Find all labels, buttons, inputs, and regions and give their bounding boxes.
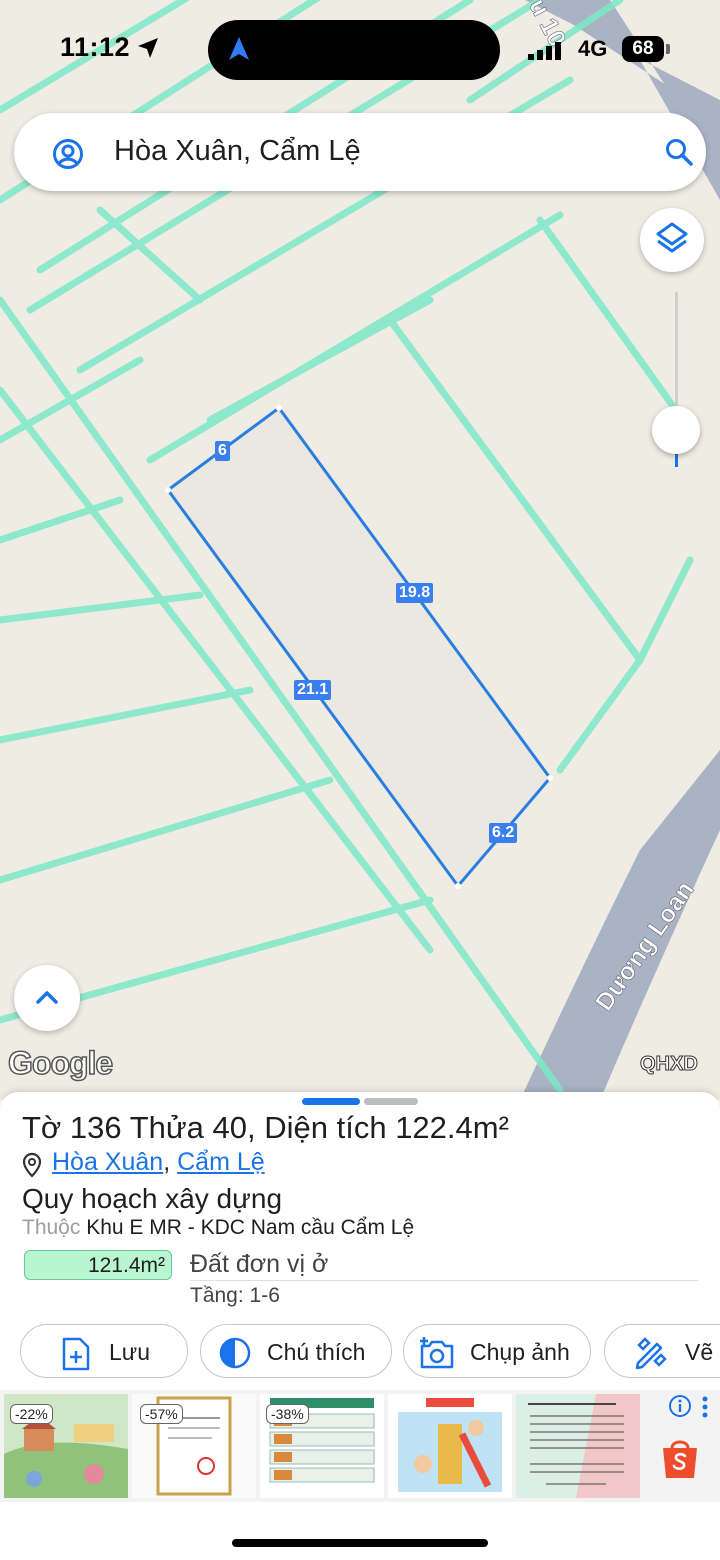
place-line: Hòa Xuân, Cẩm Lệ: [52, 1148, 265, 1177]
status-time: 11:12: [60, 32, 131, 62]
account-icon[interactable]: [52, 138, 84, 170]
place-comma: ,: [163, 1148, 171, 1176]
sheet-handle-inactive[interactable]: [364, 1098, 418, 1105]
road-bottom: [520, 750, 720, 1100]
battery-level: 68: [622, 36, 664, 62]
sheet-number: 136: [69, 1110, 122, 1145]
add-camera-icon: [420, 1337, 454, 1369]
land-type: Đất đơn vị ở: [190, 1250, 329, 1278]
discount-badge: -22%: [10, 1404, 53, 1424]
location-pin-icon: [22, 1152, 42, 1178]
battery-tip: [666, 44, 670, 54]
photo-button[interactable]: Chụp ảnh: [403, 1324, 591, 1378]
network-type: 4G: [578, 36, 608, 61]
layers-icon: [656, 222, 688, 253]
ad-image-4: [388, 1394, 512, 1498]
chevron-up-icon: [36, 991, 58, 1004]
status-bar: 11:12 4G 68: [0, 0, 720, 100]
dimension-left: 21.1: [294, 680, 332, 700]
shopee-bag-icon[interactable]: [660, 1436, 700, 1480]
opacity-slider-thumb[interactable]: [652, 406, 700, 454]
save-button[interactable]: Lưu: [20, 1324, 188, 1378]
layers-button[interactable]: [640, 208, 704, 272]
ad-product-5[interactable]: [516, 1394, 640, 1498]
belong-label: Thuộc: [22, 1216, 81, 1239]
discount-badge: -38%: [266, 1404, 309, 1424]
belong-value: Khu E MR - KDC Nam cầu Cẩm Lệ: [86, 1216, 415, 1239]
dimension-top: 6: [215, 441, 230, 461]
search-icon[interactable]: [664, 137, 694, 167]
district-link[interactable]: Cẩm Lệ: [177, 1148, 265, 1176]
ad-product-4[interactable]: [388, 1394, 512, 1498]
parcel-vertex: [455, 883, 461, 889]
ward-link[interactable]: Hòa Xuân: [52, 1148, 163, 1176]
signal-icon: [528, 42, 561, 60]
title-comma: ,: [246, 1110, 256, 1145]
dimension-right: 19.8: [396, 583, 434, 603]
layer-badge: QHXD: [640, 1053, 699, 1076]
divider: [190, 1280, 698, 1281]
photo-label: Chụp ảnh: [470, 1339, 570, 1365]
zone-area-badge: 121.4m²: [24, 1250, 172, 1280]
title-prefix: Tờ: [22, 1110, 62, 1145]
more-options-icon[interactable]: [700, 1396, 710, 1418]
parcel-vertex: [276, 405, 282, 411]
draw-button[interactable]: Vẽ: [604, 1324, 720, 1378]
save-label: Lưu: [109, 1339, 150, 1365]
draw-label: Vẽ: [685, 1339, 714, 1365]
draw-tools-icon: [635, 1337, 667, 1370]
google-logo: Google: [7, 1044, 114, 1082]
search-bar[interactable]: Hòa Xuân, Cẩm Lệ: [14, 113, 706, 191]
discount-badge: -57%: [140, 1404, 183, 1424]
expand-button[interactable]: [14, 965, 80, 1031]
navigation-arrow-icon: [229, 37, 249, 60]
floors: Tầng: 1-6: [190, 1284, 280, 1307]
plan-title: Quy hoạch xây dựng: [22, 1183, 283, 1214]
area-value: 122.4m²: [395, 1110, 509, 1145]
legend-button[interactable]: Chú thích: [200, 1324, 392, 1378]
search-input[interactable]: Hòa Xuân, Cẩm Lệ: [114, 135, 361, 168]
area-label: Diện tích: [264, 1110, 387, 1145]
location-arrow-icon: [138, 38, 158, 58]
parcel-vertex: [547, 775, 553, 781]
parcel-label: Thửa: [129, 1110, 204, 1145]
legend-label: Chú thích: [267, 1339, 366, 1365]
dimension-bottom: 6.2: [489, 823, 518, 843]
home-indicator[interactable]: [232, 1539, 488, 1547]
parcel-vertex: [165, 487, 171, 493]
parcel-number: 40: [212, 1110, 247, 1145]
add-file-icon: [62, 1337, 90, 1371]
ad-image-5: [516, 1394, 640, 1498]
ad-info-icon[interactable]: [668, 1394, 692, 1418]
sheet-handle-active[interactable]: [302, 1098, 360, 1105]
belong-line: Thuộc Khu E MR - KDC Nam cầu Cẩm Lệ: [22, 1216, 414, 1240]
parcel-title: Tờ 136 Thửa 40, Diện tích 122.4m²: [22, 1110, 509, 1146]
contrast-icon: [219, 1337, 251, 1369]
